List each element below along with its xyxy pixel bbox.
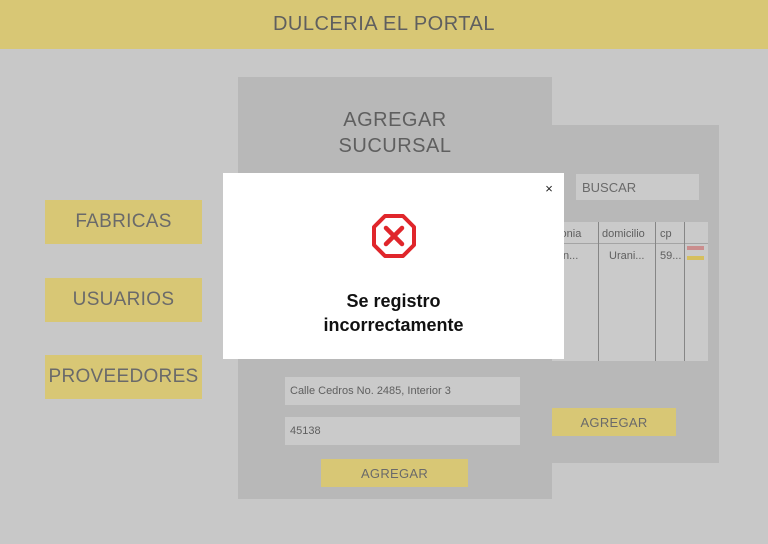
error-dialog: × Se registro incorrectamente <box>223 173 564 359</box>
error-message-line: incorrectamente <box>323 315 464 335</box>
error-message: Se registro incorrectamente <box>223 289 564 337</box>
error-message-line: Se registro <box>346 291 441 311</box>
error-octagon-icon <box>372 214 416 258</box>
close-icon[interactable]: × <box>543 182 555 195</box>
